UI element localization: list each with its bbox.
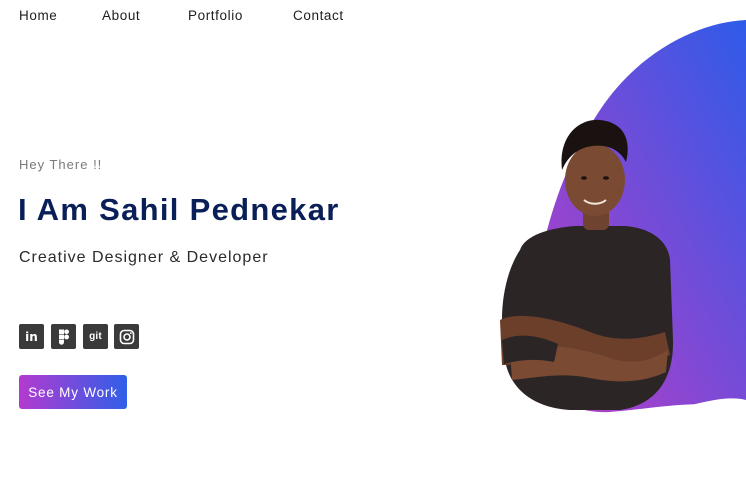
- figma-icon[interactable]: [51, 324, 76, 349]
- hero-role: Creative Designer & Developer: [19, 249, 269, 266]
- git-glyph: git: [89, 331, 102, 342]
- instagram-icon[interactable]: [114, 324, 139, 349]
- hero-greeting: Hey There !!: [19, 157, 103, 172]
- figma-glyph: [58, 329, 69, 345]
- linkedin-icon[interactable]: in: [19, 324, 44, 349]
- see-my-work-button[interactable]: See My Work: [19, 375, 127, 409]
- nav-link-contact[interactable]: Contact: [293, 8, 344, 23]
- nav-link-about[interactable]: About: [102, 8, 140, 23]
- hero-name: I Am Sahil Pednekar: [18, 192, 340, 227]
- git-icon[interactable]: git: [83, 324, 108, 349]
- linkedin-glyph: in: [25, 329, 38, 344]
- instagram-glyph: [119, 329, 134, 344]
- nav-link-home[interactable]: Home: [19, 8, 57, 23]
- hero-image: [480, 20, 746, 420]
- nav-link-portfolio[interactable]: Portfolio: [188, 8, 243, 23]
